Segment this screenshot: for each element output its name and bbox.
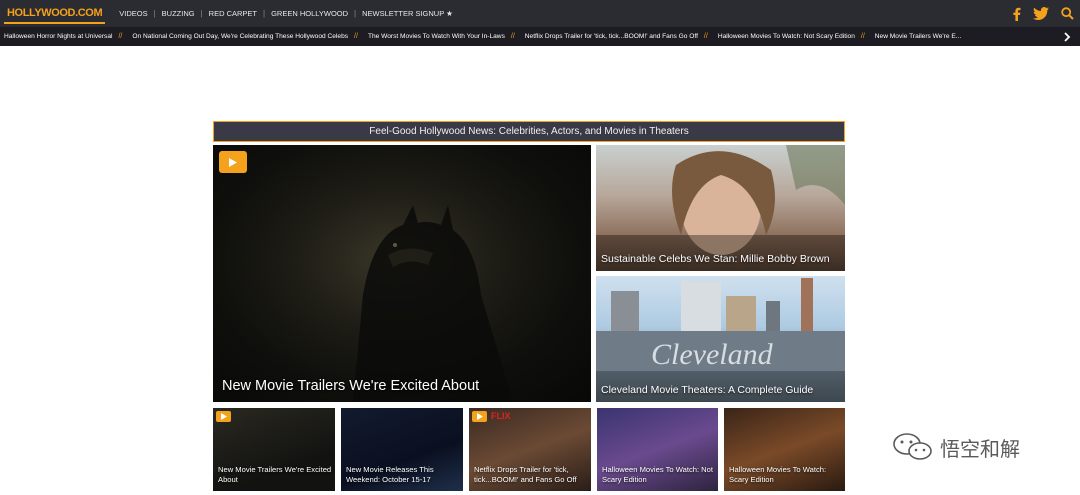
play-icon[interactable] (219, 151, 247, 173)
top-nav: HOLLYWOOD.COM VIDEOS | BUZZING | RED CAR… (0, 0, 1080, 27)
ticker-item[interactable]: New Movie Trailers We're E... (871, 33, 962, 40)
play-icon[interactable] (216, 411, 231, 422)
feature-card[interactable]: Sustainable Celebs We Stan: Millie Bobby… (596, 145, 845, 271)
card-title[interactable]: Sustainable Celebs We Stan: Millie Bobby… (601, 253, 830, 265)
nav-social (1013, 0, 1074, 27)
wechat-icon (893, 433, 932, 460)
watermark-text: 悟空和解 (940, 438, 1020, 461)
ticker-item[interactable]: The Worst Movies To Watch With Your In-L… (364, 33, 505, 40)
small-card[interactable]: Halloween Movies To Watch: Scary Edition (724, 408, 845, 491)
hero-card[interactable]: New Movie Trailers We're Excited About (213, 145, 591, 402)
site-logo[interactable]: HOLLYWOOD.COM (4, 3, 106, 24)
feature-card[interactable]: Cleveland Cleveland Movie Theaters: A Co… (596, 276, 845, 402)
ticker-separator: // (118, 33, 123, 40)
play-icon[interactable] (472, 411, 487, 422)
watermark: 悟空和解 (892, 432, 1020, 462)
nav-videos[interactable]: VIDEOS (113, 9, 153, 18)
nav-newsletter-signup[interactable]: NEWSLETTER SIGNUP ★ (356, 9, 459, 18)
hero-title[interactable]: New Movie Trailers We're Excited About (222, 378, 479, 394)
ticker-item[interactable]: Netflix Drops Trailer for 'tick, tick...… (521, 33, 698, 40)
card-title[interactable]: Halloween Movies To Watch: Not Scary Edi… (602, 465, 718, 485)
nav-red-carpet[interactable]: RED CARPET (203, 9, 263, 18)
ticker-item[interactable]: Halloween Horror Nights at Universal (0, 33, 112, 40)
ticker-separator: // (510, 33, 515, 40)
small-card[interactable]: New Movie Releases This Weekend: October… (341, 408, 463, 491)
card-title[interactable]: Netflix Drops Trailer for 'tick, tick...… (474, 465, 591, 485)
card-title[interactable]: New Movie Releases This Weekend: October… (346, 465, 463, 485)
small-card[interactable]: Halloween Movies To Watch: Not Scary Edi… (597, 408, 718, 491)
twitter-icon[interactable] (1033, 7, 1049, 20)
ticker-separator: // (703, 33, 708, 40)
search-icon[interactable] (1061, 7, 1074, 20)
ticker-separator: // (354, 33, 358, 40)
small-card[interactable]: New Movie Trailers We're Excited About (213, 408, 335, 491)
headline-ticker: Halloween Horror Nights at Universal // … (0, 27, 1080, 46)
section-title: Feel-Good Hollywood News: Celebrities, A… (213, 121, 845, 142)
small-card[interactable]: FLIX Netflix Drops Trailer for 'tick, ti… (469, 408, 591, 491)
netflix-logo: FLIX (491, 411, 511, 421)
nav-buzzing[interactable]: BUZZING (156, 9, 201, 18)
hero-image (353, 205, 513, 402)
card-title[interactable]: Cleveland Movie Theaters: A Complete Gui… (601, 384, 813, 396)
card-title[interactable]: Halloween Movies To Watch: Scary Edition (729, 465, 845, 485)
ticker-item[interactable]: On National Coming Out Day, We're Celebr… (128, 33, 348, 40)
facebook-icon[interactable] (1013, 7, 1021, 21)
ticker-item[interactable]: Halloween Movies To Watch: Not Scary Edi… (714, 33, 855, 40)
nav-links: VIDEOS | BUZZING | RED CARPET | GREEN HO… (113, 9, 459, 18)
ticker-separator: // (860, 33, 865, 40)
card-title[interactable]: New Movie Trailers We're Excited About (218, 465, 335, 485)
cleveland-sign: Cleveland (651, 338, 774, 371)
nav-green-hollywood[interactable]: GREEN HOLLYWOOD (265, 9, 354, 18)
chevron-right-icon[interactable] (1054, 27, 1080, 46)
